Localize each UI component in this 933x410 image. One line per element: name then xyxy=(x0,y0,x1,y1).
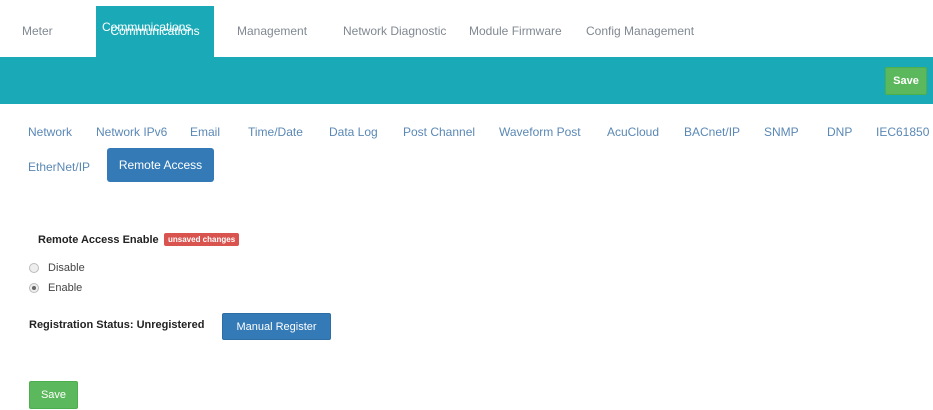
subtab-waveform-post[interactable]: Waveform Post xyxy=(499,125,581,139)
subtab-snmp[interactable]: SNMP xyxy=(764,125,799,139)
subtab-bacnet-ip[interactable]: BACnet/IP xyxy=(684,125,740,139)
tab-config-management[interactable]: Config Management xyxy=(572,6,708,57)
manual-register-button[interactable]: Manual Register xyxy=(222,313,331,340)
subtab-email[interactable]: Email xyxy=(190,125,220,139)
subtab-remote-access[interactable]: Remote Access xyxy=(107,148,214,182)
save-button-bottom[interactable]: Save xyxy=(29,381,78,409)
page-title: Settings xyxy=(19,10,94,31)
radio-disable[interactable]: Disable xyxy=(29,260,85,276)
registration-status: Registration Status: Unregistered xyxy=(29,319,205,331)
subtab-iec61850[interactable]: IEC61850 xyxy=(876,125,929,139)
tab-module-firmware[interactable]: Module Firmware xyxy=(455,6,576,57)
radio-enable[interactable]: Enable xyxy=(29,280,82,296)
subtab-acucloud[interactable]: AcuCloud xyxy=(607,125,659,139)
page-subtitle: Communications xyxy=(102,20,192,34)
subtab-dnp[interactable]: DNP xyxy=(827,125,852,139)
radio-enable-circle[interactable] xyxy=(29,283,39,293)
subtab-network-ipv6[interactable]: Network IPv6 xyxy=(96,125,167,139)
remote-access-enable-label: Remote Access Enable xyxy=(38,234,159,246)
settings-header xyxy=(0,57,933,104)
save-button-top[interactable]: Save xyxy=(885,67,927,95)
subtab-network[interactable]: Network xyxy=(28,125,72,139)
unsaved-changes-badge: unsaved changes xyxy=(164,233,240,246)
tab-network-diagnostic[interactable]: Network Diagnostic xyxy=(329,6,460,57)
subtab-time-date[interactable]: Time/Date xyxy=(248,125,303,139)
subtab-data-log[interactable]: Data Log xyxy=(329,125,378,139)
subtab-post-channel[interactable]: Post Channel xyxy=(403,125,475,139)
subtab-ethernet-ip[interactable]: EtherNet/IP xyxy=(28,160,90,174)
radio-disable-circle[interactable] xyxy=(29,263,39,273)
radio-enable-label: Enable xyxy=(48,282,83,294)
radio-disable-label: Disable xyxy=(48,262,85,274)
tab-management[interactable]: Management xyxy=(223,6,321,57)
